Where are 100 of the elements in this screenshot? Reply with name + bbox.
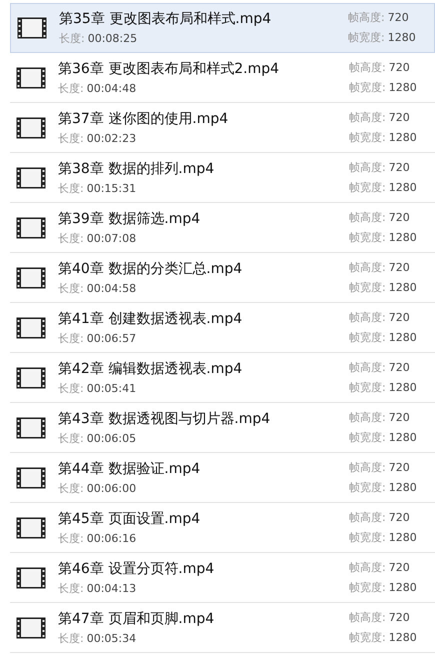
video-file-icon <box>16 366 46 388</box>
file-item[interactable]: 第41章 创建数据透视表.mp4 长度: 00:06:57 帧高度: 720 帧宽度: 1280 <box>10 303 435 353</box>
frame-width-label: 帧宽度: <box>349 130 386 146</box>
frame-width-label: 帧宽度: <box>349 80 386 96</box>
length-value: 00:02:23 <box>86 130 136 146</box>
file-item[interactable]: 第44章 数据验证.mp4 长度: 00:06:00 帧高度: 720 帧宽度: 1280 <box>10 453 435 503</box>
length-label: 长度: <box>58 280 84 296</box>
file-name: 第37章 迷你图的使用.mp4 <box>58 110 230 128</box>
length-value: 00:07:08 <box>86 230 136 246</box>
frame-height-label: 帧高度: <box>348 10 385 26</box>
frame-width-value: 1280 <box>388 330 417 346</box>
frame-height-value: 720 <box>388 560 410 576</box>
file-item[interactable]: 第46章 设置分页符.mp4 长度: 00:04:13 帧高度: 720 帧宽度: 1280 <box>10 553 435 603</box>
frame-height-label: 帧高度: <box>349 610 386 626</box>
file-item[interactable]: 第35章 更改图表布局和样式.mp4 长度: 00:08:25 帧高度: 720 帧宽度: 1280 <box>10 3 435 53</box>
length-value: 00:06:57 <box>86 330 136 346</box>
file-item[interactable]: 第47章 页眉和页脚.mp4 长度: 00:05:34 帧高度: 720 帧宽度: 1280 <box>10 603 435 653</box>
frame-width-value: 1280 <box>388 530 417 546</box>
file-name: 第35章 更改图表布局和样式.mp4 <box>59 10 272 29</box>
frame-height-label: 帧高度: <box>349 110 386 126</box>
frame-width-label: 帧宽度: <box>349 580 386 596</box>
video-file-icon <box>16 466 46 488</box>
frame-width-value: 1280 <box>388 30 416 46</box>
video-file-icon <box>16 116 46 138</box>
video-file-icon <box>16 566 46 588</box>
frame-width-value: 1280 <box>388 480 417 496</box>
frame-width-value: 1280 <box>388 630 417 646</box>
video-file-icon <box>16 166 46 188</box>
length-value: 00:15:31 <box>86 180 136 196</box>
frame-height-value: 720 <box>388 260 410 276</box>
length-label: 长度: <box>58 580 84 596</box>
frame-width-label: 帧宽度: <box>348 30 385 46</box>
frame-height-value: 720 <box>388 610 410 626</box>
video-file-icon <box>16 416 46 438</box>
file-name: 第41章 创建数据透视表.mp4 <box>58 310 244 328</box>
file-item[interactable]: 第39章 数据筛选.mp4 长度: 00:07:08 帧高度: 720 帧宽度: 1280 <box>10 203 435 253</box>
frame-width-value: 1280 <box>388 280 417 296</box>
frame-width-label: 帧宽度: <box>349 480 386 496</box>
frame-width-value: 1280 <box>388 380 417 396</box>
frame-width-value: 1280 <box>388 130 417 146</box>
frame-height-value: 720 <box>388 460 410 476</box>
video-file-icon <box>16 66 46 88</box>
frame-height-value: 720 <box>388 110 410 126</box>
file-item[interactable]: 第38章 数据的排列.mp4 长度: 00:15:31 帧高度: 720 帧宽度: 1280 <box>10 153 435 203</box>
length-label: 长度: <box>58 380 84 396</box>
length-label: 长度: <box>58 530 84 546</box>
file-name: 第42章 编辑数据透视表.mp4 <box>58 360 244 378</box>
frame-width-value: 1280 <box>388 80 417 96</box>
file-item[interactable]: 第40章 数据的分类汇总.mp4 长度: 00:04:58 帧高度: 720 帧宽度: 1280 <box>10 253 435 303</box>
length-value: 00:04:48 <box>86 80 136 96</box>
length-label: 长度: <box>58 180 84 196</box>
file-item[interactable]: 第36章 更改图表布局和样式2.mp4 长度: 00:04:48 帧高度: 720 帧宽度: 1280 <box>10 53 435 103</box>
file-name: 第39章 数据筛选.mp4 <box>58 210 202 228</box>
frame-height-value: 720 <box>388 310 410 326</box>
file-item[interactable]: 第37章 迷你图的使用.mp4 长度: 00:02:23 帧高度: 720 帧宽度: 1280 <box>10 103 435 153</box>
frame-height-value: 720 <box>388 210 410 226</box>
frame-width-label: 帧宽度: <box>349 380 386 396</box>
length-label: 长度: <box>58 330 84 346</box>
video-file-icon <box>16 266 46 288</box>
file-name: 第40章 数据的分类汇总.mp4 <box>58 260 244 278</box>
frame-width-label: 帧宽度: <box>349 280 386 296</box>
frame-height-label: 帧高度: <box>349 60 386 76</box>
frame-height-value: 720 <box>388 510 410 526</box>
frame-width-value: 1280 <box>388 230 417 246</box>
frame-width-value: 1280 <box>388 430 417 446</box>
length-label: 长度: <box>58 230 84 246</box>
frame-width-value: 1280 <box>388 180 417 196</box>
frame-width-label: 帧宽度: <box>349 230 386 246</box>
frame-height-label: 帧高度: <box>349 260 386 276</box>
frame-height-value: 720 <box>388 60 410 76</box>
file-name: 第45章 页面设置.mp4 <box>58 510 202 528</box>
frame-width-value: 1280 <box>388 580 417 596</box>
length-label: 长度: <box>58 480 84 496</box>
length-value: 00:05:41 <box>86 380 136 396</box>
length-label: 长度: <box>58 80 84 96</box>
video-file-icon <box>16 516 46 538</box>
length-label: 长度: <box>59 31 85 47</box>
file-name: 第46章 设置分页符.mp4 <box>58 560 216 578</box>
length-label: 长度: <box>58 130 84 146</box>
length-value: 00:04:13 <box>86 580 136 596</box>
frame-height-value: 720 <box>388 160 410 176</box>
frame-height-label: 帧高度: <box>349 460 386 476</box>
file-name: 第47章 页眉和页脚.mp4 <box>58 610 216 628</box>
file-name: 第44章 数据验证.mp4 <box>58 460 202 478</box>
length-value: 00:06:16 <box>86 530 136 546</box>
frame-width-label: 帧宽度: <box>349 530 386 546</box>
frame-height-label: 帧高度: <box>349 510 386 526</box>
length-value: 00:06:00 <box>86 480 136 496</box>
frame-height-label: 帧高度: <box>349 310 386 326</box>
file-item[interactable]: 第45章 页面设置.mp4 长度: 00:06:16 帧高度: 720 帧宽度: 1280 <box>10 503 435 553</box>
frame-height-label: 帧高度: <box>349 410 386 426</box>
frame-height-label: 帧高度: <box>349 360 386 376</box>
frame-height-value: 720 <box>388 360 410 376</box>
frame-height-label: 帧高度: <box>349 210 386 226</box>
frame-height-label: 帧高度: <box>349 560 386 576</box>
file-item[interactable]: 第43章 数据透视图与切片器.mp4 长度: 00:06:05 帧高度: 720 帧宽度: 1280 <box>10 403 435 453</box>
frame-width-label: 帧宽度: <box>349 630 386 646</box>
file-name: 第36章 更改图表布局和样式2.mp4 <box>58 60 280 78</box>
file-item[interactable]: 第42章 编辑数据透视表.mp4 长度: 00:05:41 帧高度: 720 帧宽度: 1280 <box>10 353 435 403</box>
length-value: 00:04:58 <box>86 280 136 296</box>
